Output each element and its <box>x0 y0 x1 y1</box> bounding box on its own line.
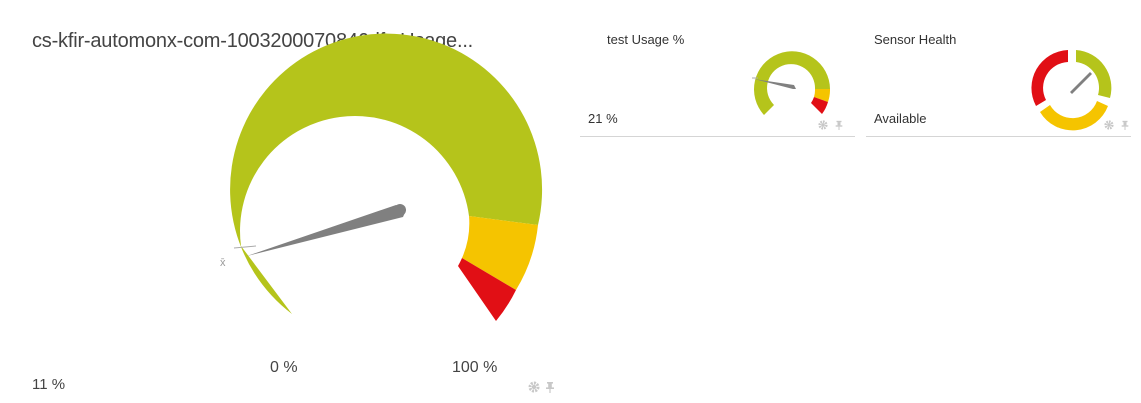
test-usage-tile[interactable]: test Usage % 21 % <box>580 0 855 140</box>
gear-icon[interactable] <box>1104 117 1116 130</box>
pin-icon[interactable] <box>1120 117 1132 130</box>
test-usage-actions <box>818 117 846 130</box>
health-segment-warning <box>1040 101 1108 131</box>
gear-icon[interactable] <box>528 380 540 393</box>
pin-icon[interactable] <box>834 117 846 130</box>
main-gauge <box>230 33 543 321</box>
test-usage-gauge <box>752 51 830 115</box>
sensor-health-value: Available <box>874 111 927 126</box>
gauge-max-label: 100 % <box>452 359 498 376</box>
test-usage-title[interactable]: test Usage % <box>607 32 684 47</box>
tile-divider <box>866 136 1131 137</box>
main-usage-gauge-tile[interactable]: cs-kfir-automonx-com-1003200070846dfc Us… <box>0 0 580 403</box>
main-tile-actions <box>528 380 556 393</box>
gauge-needle <box>1070 72 1092 94</box>
sensor-health-tile[interactable]: Sensor Health Available <box>866 0 1141 140</box>
main-gauge-value: 11 % <box>32 376 66 393</box>
health-segment-ok <box>1076 50 1112 98</box>
sensor-health-gauge <box>1031 50 1112 131</box>
pin-icon[interactable] <box>544 380 556 393</box>
gauge-needle <box>247 205 406 256</box>
needle-hub <box>394 204 406 216</box>
gear-icon[interactable] <box>818 117 830 130</box>
test-usage-value: 21 % <box>588 111 618 126</box>
average-marker-label: x̄ <box>220 257 226 269</box>
average-marker-line <box>233 245 257 249</box>
sensor-health-title[interactable]: Sensor Health <box>874 32 956 47</box>
gauge-min-label: 0 % <box>270 359 298 376</box>
sensor-health-actions <box>1104 117 1132 130</box>
health-segment-error <box>1031 50 1068 106</box>
tile-divider <box>580 136 855 137</box>
